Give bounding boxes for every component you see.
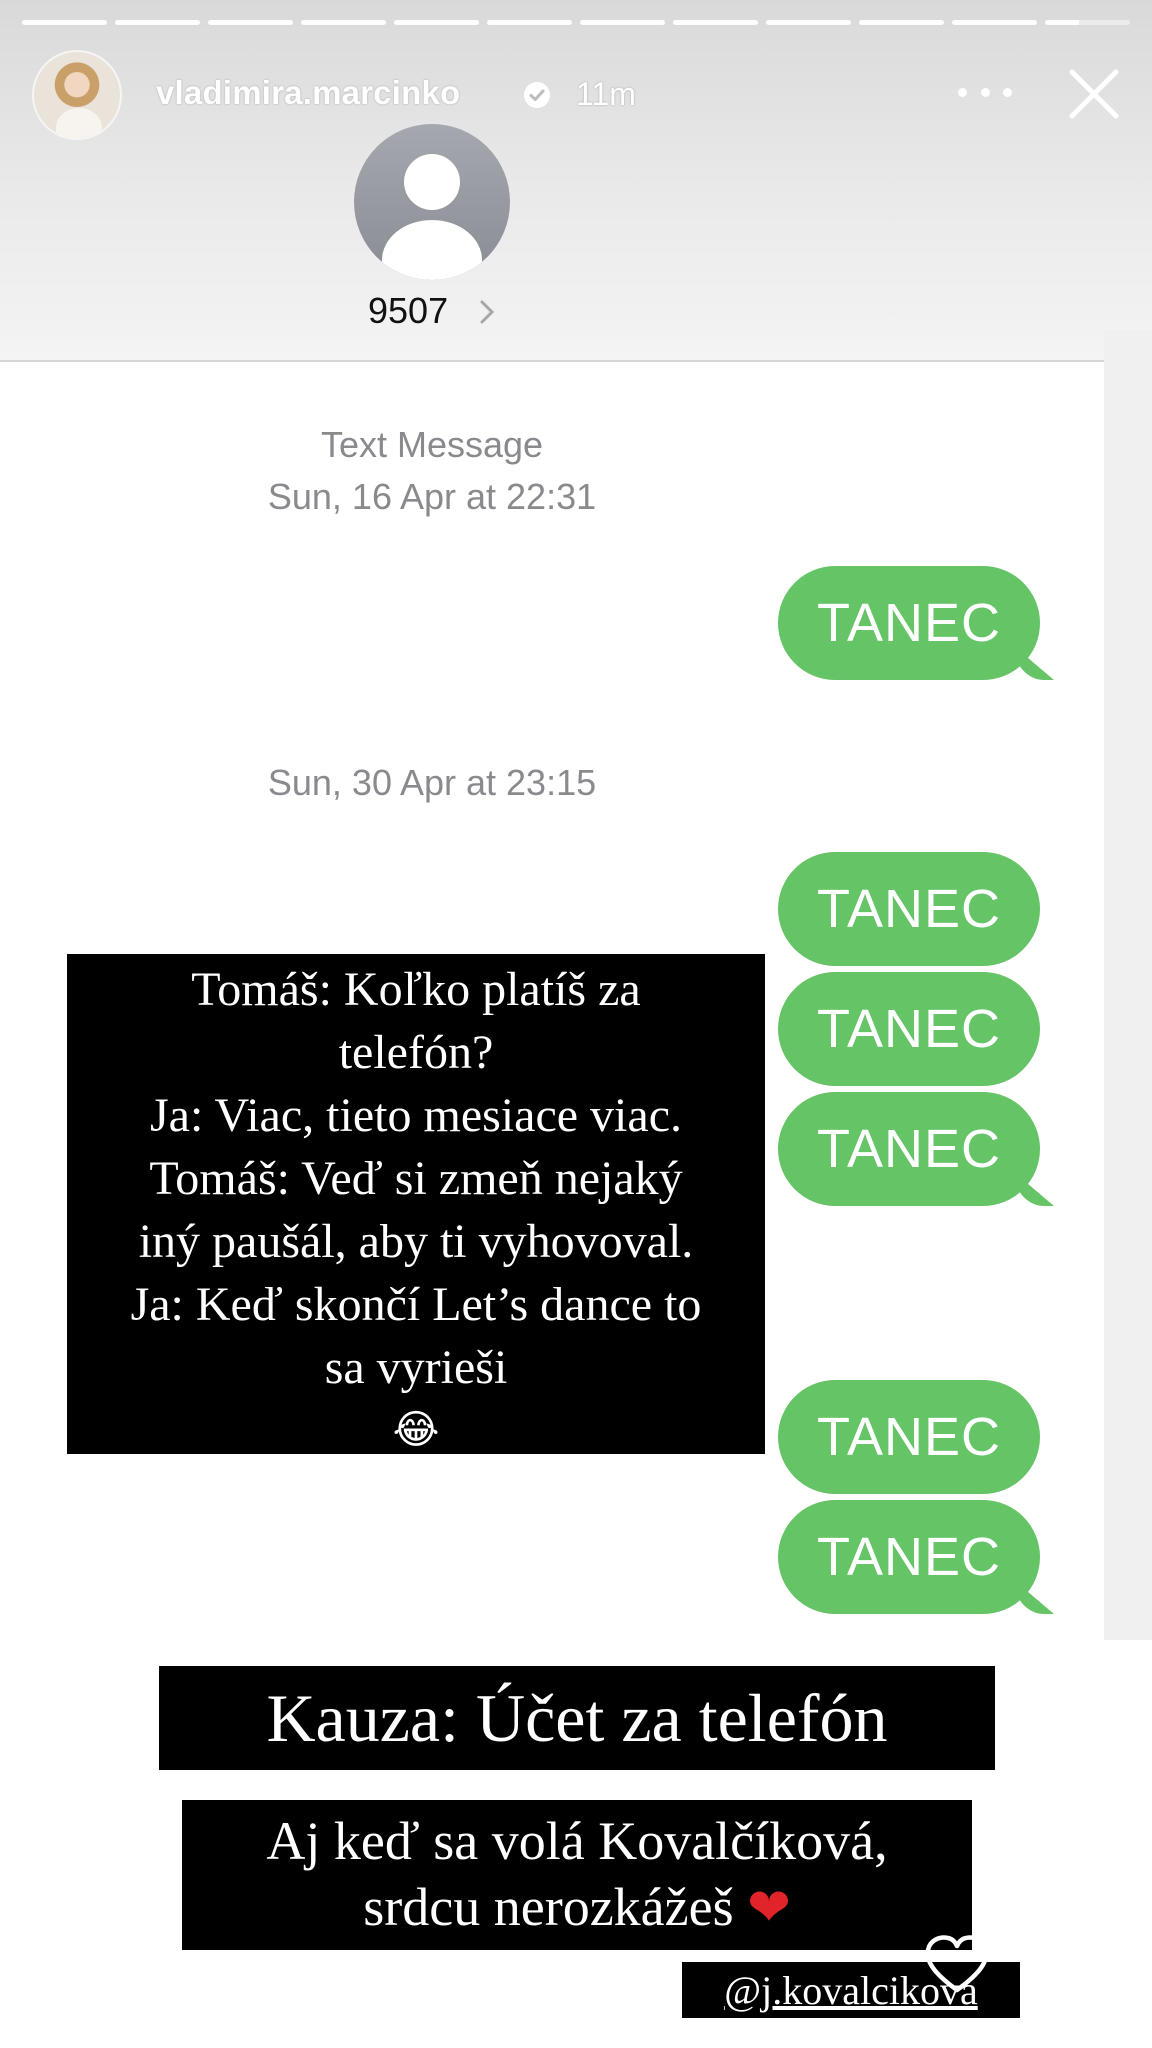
subtitle-line: srdcu nerozkážeš ❤ (182, 1874, 972, 1941)
progress-segment (859, 20, 944, 25)
story-progress-bar (22, 20, 1130, 25)
progress-segment (301, 20, 386, 25)
subtitle-line: Aj keď sa volá Kovalčíková, (266, 1811, 888, 1871)
sent-message-bubble[interactable]: TANEC (778, 1380, 1040, 1494)
chevron-right-icon (480, 300, 495, 324)
quote-line: Ja: Viac, tieto mesiace viac. (149, 1089, 682, 1142)
thread-type-label: Text Message (320, 424, 544, 465)
conversation-quote-overlay: Tomáš: Koľko platíš za telefón? Ja: Viac… (67, 954, 765, 1454)
progress-segment (673, 20, 758, 25)
story-title-caption: Kauza: Účet za telefón (159, 1666, 995, 1770)
progress-segment (115, 20, 200, 25)
heart-outline-icon[interactable] (922, 1932, 992, 1996)
progress-segment (580, 20, 665, 25)
progress-segment (22, 20, 107, 25)
person-placeholder-icon (354, 124, 510, 280)
verified-badge-icon (524, 82, 550, 108)
sent-message-bubble[interactable]: TANEC (778, 852, 1040, 966)
sent-message-bubble[interactable]: TANEC (778, 1092, 1040, 1206)
story-time-ago: 11m (576, 76, 636, 112)
screenshot-edge-strip (1104, 330, 1152, 1640)
story-subtitle-caption: Aj keď sa volá Kovalčíková, srdcu nerozk… (182, 1800, 972, 1950)
progress-segment-active (1045, 20, 1130, 25)
sent-message-bubble[interactable]: TANEC (778, 1500, 1040, 1614)
sent-message-bubble[interactable]: TANEC (778, 972, 1040, 1086)
red-heart-icon: ❤ (747, 1878, 791, 1938)
more-options-icon[interactable] (958, 72, 1012, 112)
progress-segment (208, 20, 293, 25)
avatar-figure (56, 108, 102, 138)
user-avatar[interactable] (32, 50, 122, 140)
quote-line: Ja: Keď skončí Let’s dance to (130, 1278, 702, 1331)
progress-segment (394, 20, 479, 25)
subtitle-text: srdcu nerozkážeš (363, 1877, 734, 1937)
progress-segment (766, 20, 851, 25)
quote-line: Tomáš: Veď si zmeň nejaký (149, 1152, 683, 1205)
progress-segment (487, 20, 572, 25)
quote-line: telefón? (338, 1026, 494, 1079)
quote-line: sa vyrieši (324, 1341, 508, 1394)
message-timestamp: Sun, 16 Apr at 22:31 (267, 476, 597, 517)
laughing-emoji-icon: 😂 (392, 1407, 440, 1453)
contact-name[interactable]: 9507 (368, 290, 448, 332)
story-username[interactable]: vladimira.marcinko (156, 74, 460, 112)
quote-line: Tomáš: Koľko platíš za (191, 963, 641, 1016)
progress-segment (952, 20, 1037, 25)
close-icon[interactable] (1064, 64, 1124, 124)
story-header-background (0, 0, 1152, 362)
message-timestamp: Sun, 30 Apr at 23:15 (267, 762, 597, 803)
quote-line: iný paušál, aby ti vyhovoval. (138, 1215, 694, 1268)
sent-message-bubble[interactable]: TANEC (778, 566, 1040, 680)
